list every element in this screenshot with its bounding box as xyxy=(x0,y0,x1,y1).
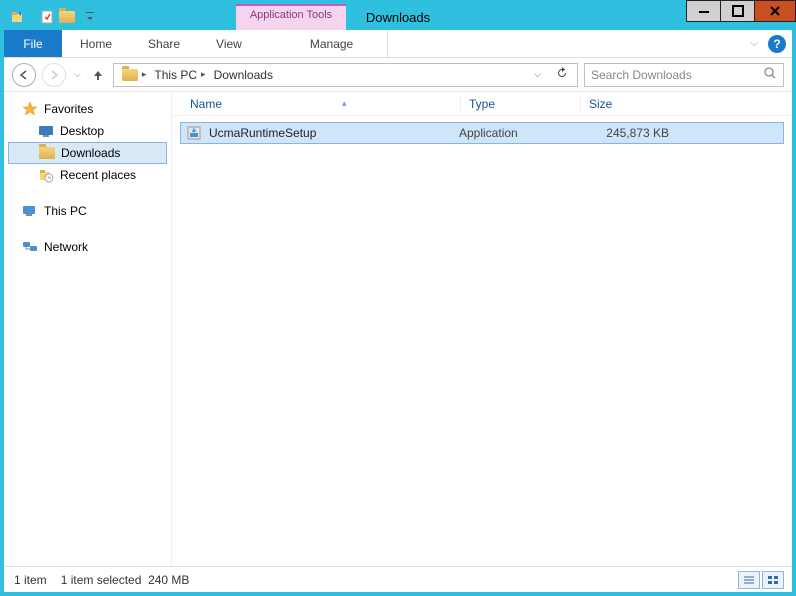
tab-view[interactable]: View xyxy=(198,30,260,57)
nav-label: Network xyxy=(44,240,88,254)
file-name: UcmaRuntimeSetup xyxy=(209,126,459,140)
nav-favorites[interactable]: Favorites xyxy=(4,98,171,120)
search-icon[interactable] xyxy=(763,66,777,83)
up-button[interactable] xyxy=(89,66,107,84)
desktop-icon xyxy=(38,123,54,139)
tab-home[interactable]: Home xyxy=(62,30,130,57)
nav-desktop[interactable]: Desktop xyxy=(4,120,171,142)
expand-ribbon-icon[interactable]: ⌵ xyxy=(750,38,758,49)
quick-access-toolbar xyxy=(4,4,81,30)
nav-thispc[interactable]: This PC xyxy=(4,200,171,222)
recent-icon xyxy=(38,167,54,183)
address-bar[interactable]: ▸ This PC▸ Downloads ⌵ xyxy=(113,63,578,87)
content-area: Name▴ Type Size UcmaRuntimeSetup Applica… xyxy=(172,92,792,566)
network-icon xyxy=(22,239,38,255)
nav-label: Downloads xyxy=(61,146,120,160)
app-icon xyxy=(10,9,26,25)
refresh-button[interactable] xyxy=(555,66,569,83)
installer-icon xyxy=(185,124,203,142)
body: Favorites Desktop Downloads Recent place… xyxy=(4,92,792,566)
search-input[interactable] xyxy=(591,68,751,82)
status-item-count: 1 item xyxy=(14,573,47,587)
column-headers: Name▴ Type Size xyxy=(172,92,792,116)
column-name[interactable]: Name▴ xyxy=(182,97,460,111)
address-dropdown-icon[interactable]: ⌵ xyxy=(528,69,547,80)
nav-label: Favorites xyxy=(44,102,93,116)
column-type[interactable]: Type xyxy=(460,97,580,111)
star-icon xyxy=(22,101,38,117)
window-title: Downloads xyxy=(4,4,792,30)
nav-label: This PC xyxy=(44,204,87,218)
properties-icon[interactable] xyxy=(39,9,55,25)
forward-button[interactable] xyxy=(42,63,66,87)
breadcrumb-thispc[interactable]: This PC▸ xyxy=(150,68,209,82)
maximize-button[interactable] xyxy=(720,0,755,22)
folder-icon xyxy=(39,145,55,161)
column-size[interactable]: Size xyxy=(580,97,670,111)
breadcrumb-current[interactable]: Downloads xyxy=(210,68,277,82)
file-size: 245,873 KB xyxy=(579,126,669,140)
recent-locations-icon[interactable]: ⌵ xyxy=(72,69,83,80)
thumbnails-view-button[interactable] xyxy=(762,571,784,589)
qat-dropdown-icon[interactable] xyxy=(81,4,99,30)
status-selection-size: 240 MB xyxy=(148,573,189,587)
contextual-tab-application-tools[interactable]: Application Tools xyxy=(236,4,346,30)
navigation-bar: ⌵ ▸ This PC▸ Downloads ⌵ xyxy=(4,58,792,92)
close-button[interactable] xyxy=(754,0,796,22)
search-box[interactable] xyxy=(584,63,784,87)
help-button[interactable]: ? xyxy=(768,35,786,53)
file-row[interactable]: UcmaRuntimeSetup Application 245,873 KB xyxy=(180,122,784,144)
breadcrumb-root-icon[interactable]: ▸ xyxy=(118,69,151,81)
minimize-button[interactable] xyxy=(686,0,721,22)
nav-recent[interactable]: Recent places xyxy=(4,164,171,186)
nav-network[interactable]: Network xyxy=(4,236,171,258)
ribbon: File Home Share View Manage ⌵ ? xyxy=(4,30,792,58)
titlebar[interactable]: Application Tools Downloads xyxy=(4,4,792,30)
file-type: Application xyxy=(459,126,579,140)
tab-share[interactable]: Share xyxy=(130,30,198,57)
nav-label: Recent places xyxy=(60,168,136,182)
tab-file[interactable]: File xyxy=(4,30,62,57)
back-button[interactable] xyxy=(12,63,36,87)
sort-indicator-icon: ▴ xyxy=(342,98,347,109)
pc-icon xyxy=(22,203,38,219)
details-view-button[interactable] xyxy=(738,571,760,589)
nav-downloads[interactable]: Downloads xyxy=(8,142,167,164)
file-list[interactable]: UcmaRuntimeSetup Application 245,873 KB xyxy=(172,116,792,566)
nav-label: Desktop xyxy=(60,124,104,138)
status-selection: 1 item selected xyxy=(61,573,142,587)
new-folder-icon[interactable] xyxy=(59,9,75,25)
window-controls xyxy=(687,0,796,22)
explorer-window: Application Tools Downloads File Home Sh… xyxy=(0,0,796,596)
tab-manage[interactable]: Manage xyxy=(292,30,388,57)
status-bar: 1 item 1 item selected 240 MB xyxy=(4,566,792,592)
navigation-pane[interactable]: Favorites Desktop Downloads Recent place… xyxy=(4,92,172,566)
